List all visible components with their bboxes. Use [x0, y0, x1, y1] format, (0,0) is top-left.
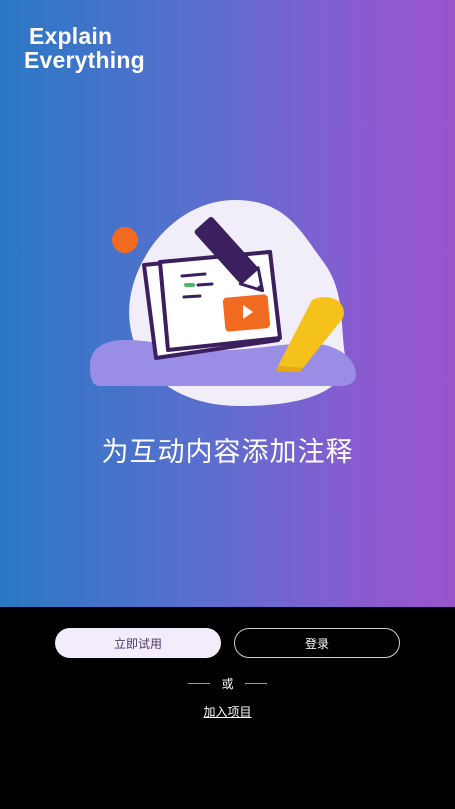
- login-button[interactable]: 登录: [234, 628, 400, 658]
- card-line: [182, 294, 202, 299]
- card-line: [196, 282, 214, 287]
- or-divider: 或: [0, 675, 455, 692]
- logo-line-1: Explain: [29, 23, 113, 49]
- hero-panel: Explain Everything 为互动内容添加注释: [0, 0, 455, 607]
- join-project-link[interactable]: 加入项目: [203, 705, 251, 719]
- join-project-row: 加入项目: [0, 701, 455, 720]
- or-label: 或: [221, 677, 234, 691]
- divider-line-right: [244, 683, 267, 684]
- orange-dot: [112, 227, 138, 253]
- action-panel: 立即试用 登录 或 加入项目: [0, 607, 455, 809]
- logo-line-2: Everything: [24, 47, 145, 73]
- headline: 为互动内容添加注释: [101, 437, 354, 468]
- explain-everything-logo: Explain Everything: [24, 24, 145, 72]
- onboarding-illustration: [90, 200, 356, 406]
- card-line: [180, 272, 207, 278]
- try-now-button[interactable]: 立即试用: [55, 628, 221, 658]
- divider-line-left: [188, 683, 211, 684]
